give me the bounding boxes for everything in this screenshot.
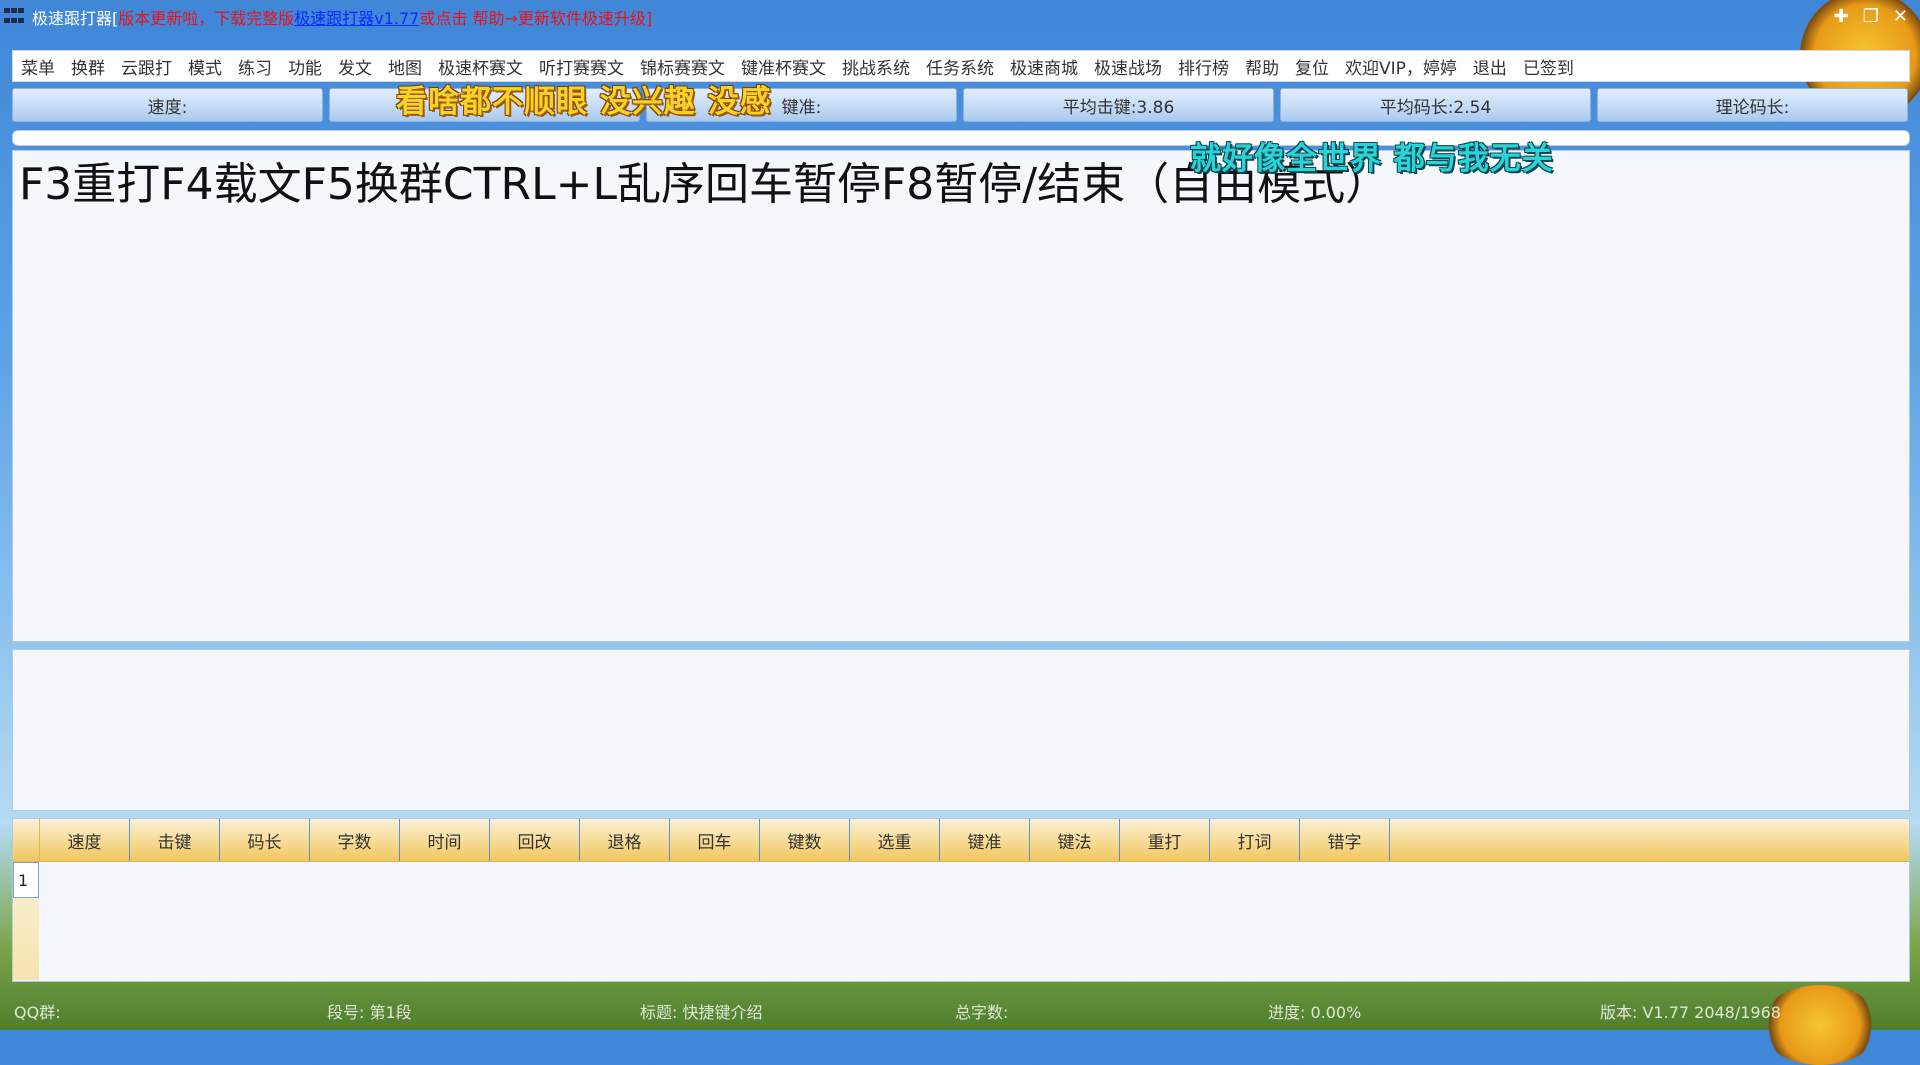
stat-box-4: 平均码长:2.54 — [1280, 88, 1591, 122]
column-header-9[interactable]: 选重 — [850, 819, 940, 861]
menu-item-6[interactable]: 发文 — [330, 54, 380, 79]
source-text-area[interactable]: F3重打F4载文F5换群CTRL+L乱序回车暂停F8暂停/结束（自由模式） — [12, 150, 1910, 642]
row-header-column: 1 — [13, 862, 39, 980]
lyric-overlay-bottom: 就好像全世界 都与我无关 — [1190, 141, 1554, 177]
column-header-5[interactable]: 回改 — [490, 819, 580, 861]
pin-icon[interactable]: ✚ — [1834, 6, 1849, 27]
restore-icon[interactable]: ❐ — [1863, 6, 1879, 27]
app-grid-icon[interactable] — [4, 8, 26, 26]
column-header-14[interactable]: 错字 — [1300, 819, 1390, 861]
menu-item-9[interactable]: 听打赛赛文 — [531, 54, 632, 79]
menu-item-15[interactable]: 极速战场 — [1086, 54, 1170, 79]
menu-item-16[interactable]: 排行榜 — [1170, 54, 1237, 79]
menu-item-1[interactable]: 换群 — [63, 54, 113, 79]
update-notice: 版本更新啦，下载完整版 — [118, 9, 295, 28]
version-label: 版本: V1.77 2048/1968 — [1600, 1003, 1781, 1022]
menu-item-14[interactable]: 极速商城 — [1002, 54, 1086, 79]
article-title-label: 标题: 快捷键介绍 — [640, 1003, 763, 1022]
menu-item-12[interactable]: 挑战系统 — [834, 54, 918, 79]
segment-label: 段号: 第1段 — [327, 1003, 412, 1022]
close-icon[interactable]: ✕ — [1893, 6, 1908, 27]
row-number: 1 — [13, 862, 39, 898]
column-header-8[interactable]: 键数 — [760, 819, 850, 861]
menu-item-19[interactable]: 欢迎VIP，婷婷 — [1337, 54, 1465, 79]
menu-item-21[interactable]: 已签到 — [1515, 54, 1582, 79]
column-header-0[interactable]: 速度 — [40, 819, 130, 861]
menu-item-10[interactable]: 锦标赛赛文 — [632, 54, 733, 79]
stat-box-0: 速度: — [12, 88, 323, 122]
window-controls: ✚ ❐ ✕ — [1834, 6, 1908, 27]
menu-item-13[interactable]: 任务系统 — [918, 54, 1002, 79]
progress-label: 进度: 0.00% — [1268, 1003, 1362, 1022]
total-chars-label: 总字数: — [955, 1003, 1009, 1022]
menu-item-4[interactable]: 练习 — [230, 54, 280, 79]
menu-item-18[interactable]: 复位 — [1287, 54, 1337, 79]
column-header-12[interactable]: 重打 — [1120, 819, 1210, 861]
stat-box-3: 平均击键:3.86 — [963, 88, 1274, 122]
column-header-2[interactable]: 码长 — [220, 819, 310, 861]
update-hint: 或点击 帮助→更新软件极速升级] — [419, 9, 653, 28]
stats-bar: 速度: 键准: 平均击键:3.86 平均码长:2.54 理论码长: — [12, 88, 1908, 122]
stat-box-5: 理论码长: — [1597, 88, 1908, 122]
menu-item-8[interactable]: 极速杯赛文 — [430, 54, 531, 79]
typing-input-area[interactable] — [12, 649, 1910, 811]
column-header-1[interactable]: 击键 — [130, 819, 220, 861]
table-corner — [13, 819, 40, 861]
app-title: 极速跟打器[ — [32, 9, 119, 28]
menu-item-0[interactable]: 菜单 — [13, 54, 63, 79]
menu-item-3[interactable]: 模式 — [180, 54, 230, 79]
column-header-3[interactable]: 字数 — [310, 819, 400, 861]
column-header-10[interactable]: 键准 — [940, 819, 1030, 861]
menu-item-11[interactable]: 键准杯赛文 — [733, 54, 834, 79]
menu-item-5[interactable]: 功能 — [280, 54, 330, 79]
column-header-13[interactable]: 打词 — [1210, 819, 1300, 861]
column-header-11[interactable]: 键法 — [1030, 819, 1120, 861]
title-bar: 极速跟打器[ 版本更新啦，下载完整版 极速跟打器v1.77 或点击 帮助→更新软… — [0, 0, 1920, 34]
column-header-7[interactable]: 回车 — [670, 819, 760, 861]
menu-item-7[interactable]: 地图 — [380, 54, 430, 79]
column-header-6[interactable]: 退格 — [580, 819, 670, 861]
status-bar: QQ群: 段号: 第1段 标题: 快捷键介绍 总字数: 进度: 0.00% 版本… — [0, 992, 1920, 1030]
typing-progress-bar — [12, 130, 1910, 146]
qq-group-label: QQ群: — [14, 1003, 61, 1022]
source-text: F3重打F4载文F5换群CTRL+L乱序回车暂停F8暂停/结束（自由模式） — [19, 159, 1390, 210]
column-header-4[interactable]: 时间 — [400, 819, 490, 861]
menu-bar: 菜单 换群 云跟打 模式 练习 功能 发文 地图 极速杯赛文 听打赛赛文 锦标赛赛文 键准杯赛文 挑战系… — [12, 50, 1910, 82]
table-header: 速度 击键 码长 字数 时间 回改 退格 回车 键数 选重 键准 键法 重打 打词 错字 — [13, 819, 1909, 862]
results-table: 速度 击键 码长 字数 时间 回改 退格 回车 键数 选重 键准 键法 重打 打词 错字 1 — [12, 818, 1910, 982]
menu-item-20[interactable]: 退出 — [1465, 54, 1515, 79]
menu-item-17[interactable]: 帮助 — [1237, 54, 1287, 79]
download-link[interactable]: 极速跟打器v1.77 — [294, 5, 419, 29]
menu-item-2[interactable]: 云跟打 — [113, 54, 180, 79]
lyric-overlay-top: 看啥都不顺眼 没兴趣 没感 — [396, 84, 772, 120]
